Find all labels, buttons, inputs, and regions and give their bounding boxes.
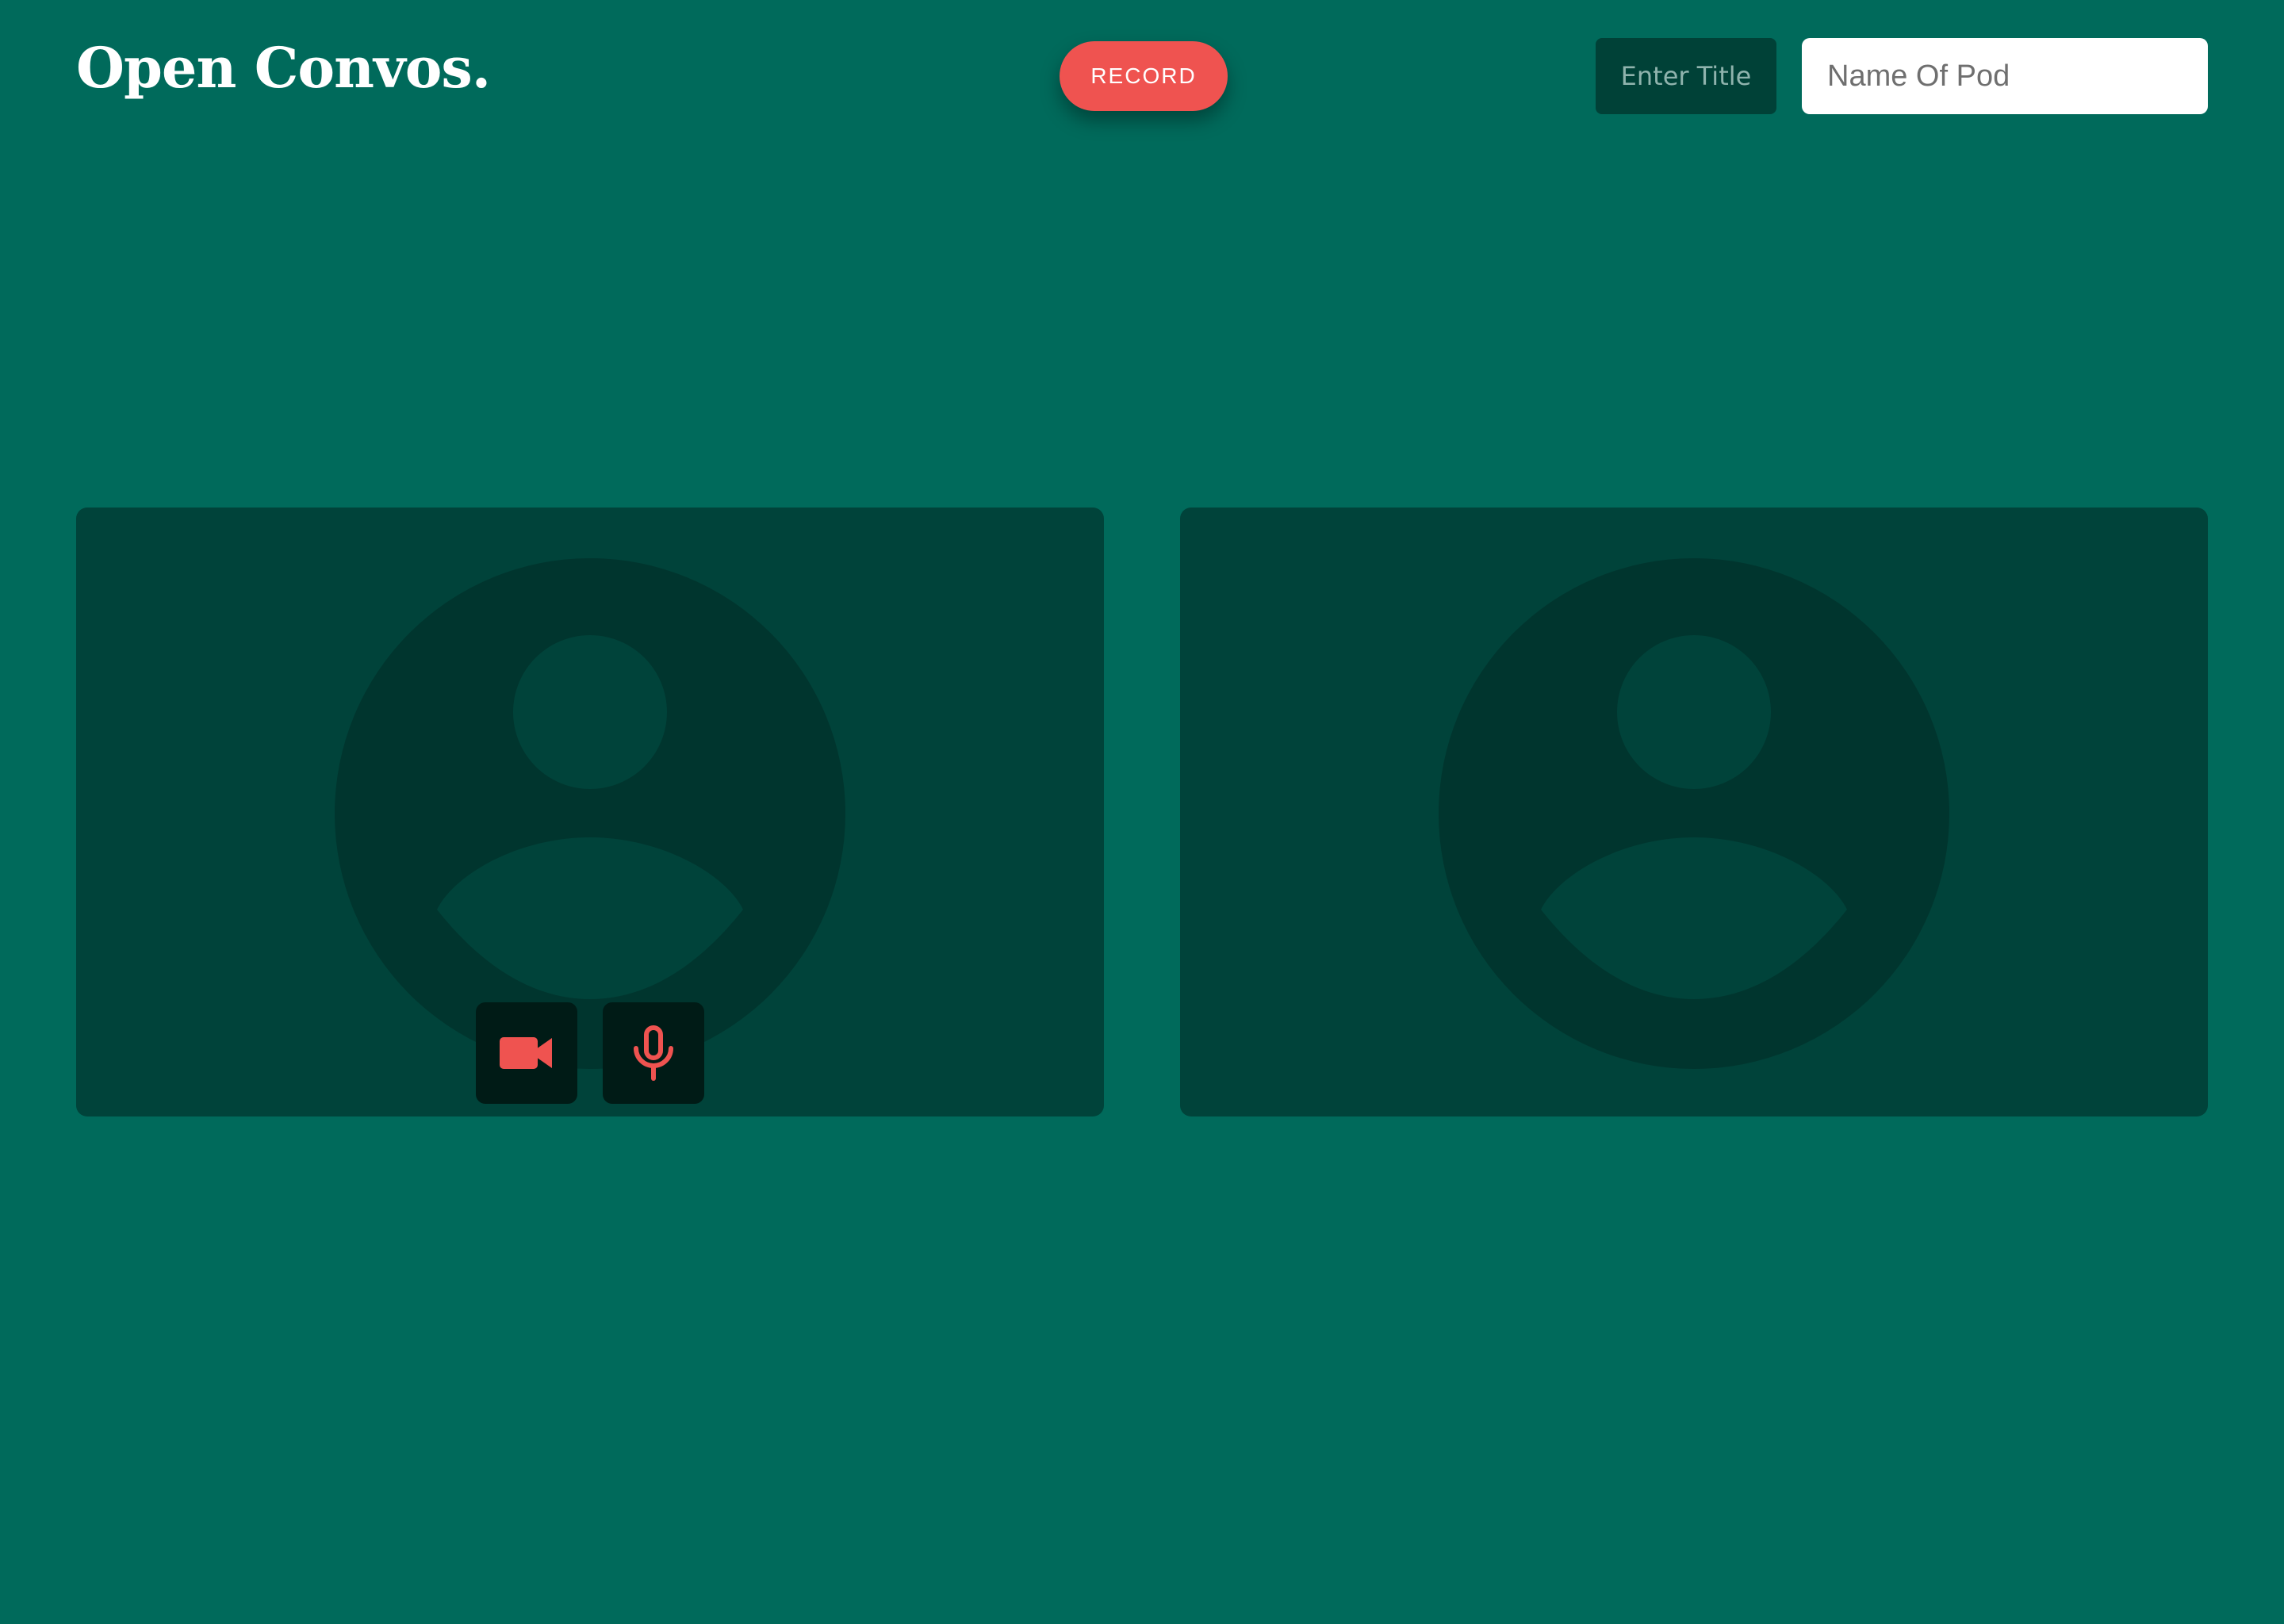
- record-button[interactable]: RECORD: [1060, 41, 1228, 111]
- user-avatar-icon: [335, 558, 845, 1069]
- camera-toggle-button[interactable]: [476, 1002, 577, 1104]
- remote-video-tile: [1180, 508, 2208, 1116]
- video-camera-icon: [500, 1037, 552, 1069]
- local-video-tile: [76, 508, 1104, 1116]
- microphone-icon: [634, 1025, 673, 1081]
- user-avatar-icon: [1439, 558, 1949, 1069]
- enter-title-button[interactable]: Enter Title: [1596, 38, 1776, 114]
- microphone-toggle-button[interactable]: [603, 1002, 704, 1104]
- pod-name-input[interactable]: [1802, 38, 2208, 114]
- app-logo: Open Convos.: [76, 35, 491, 101]
